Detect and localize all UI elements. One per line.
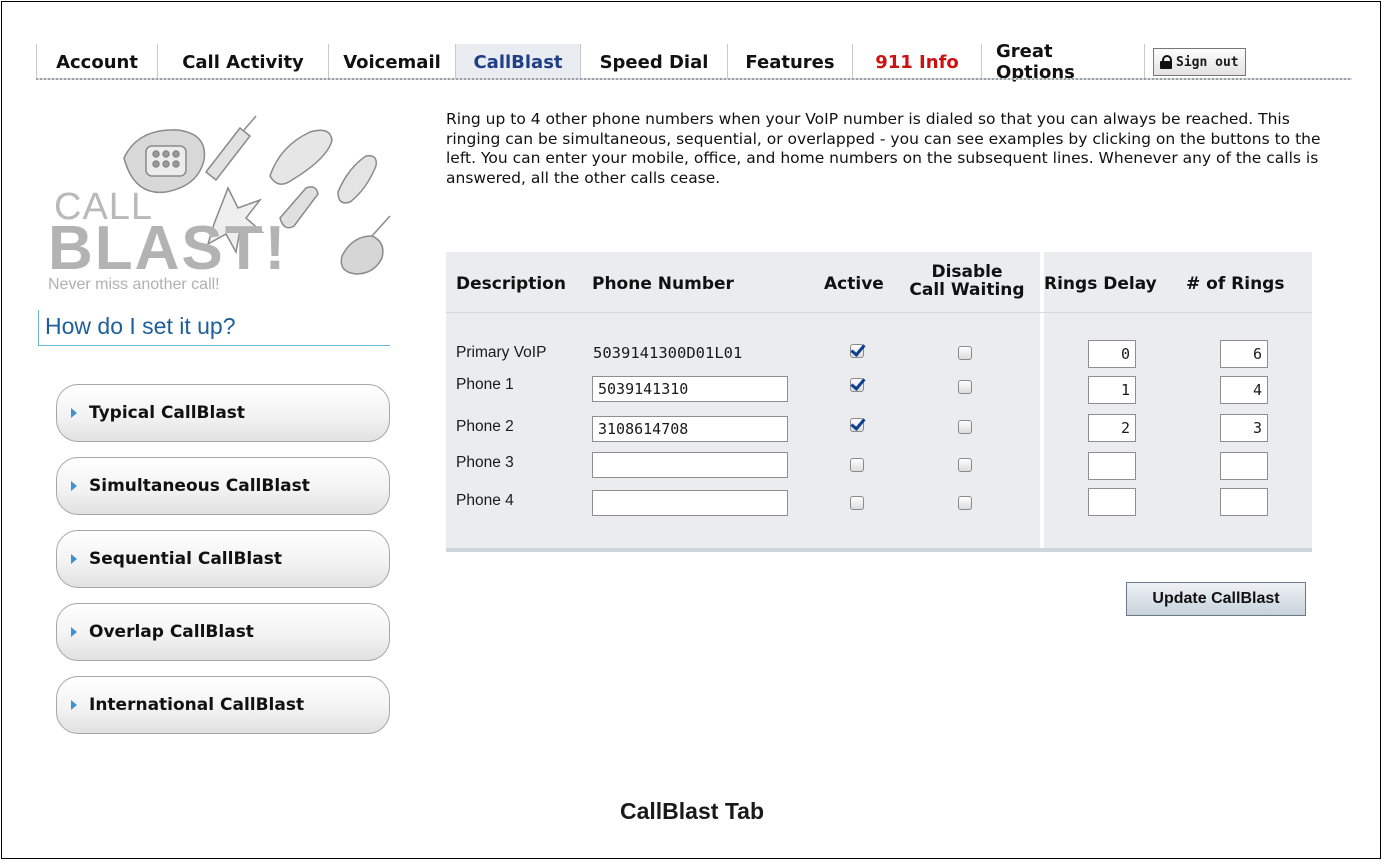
logo-blast-text: BLAST! (48, 214, 288, 283)
phone-1-input[interactable]: 5039141310 (592, 376, 788, 402)
tab-911-info[interactable]: 911 Info (853, 44, 982, 80)
disable-cw-checkbox-primary[interactable] (958, 346, 972, 360)
overlap-callblast-button[interactable]: Overlap CallBlast (56, 603, 390, 661)
tab-speed-dial[interactable]: Speed Dial (581, 44, 728, 80)
num-rings-input-phone-3[interactable] (1220, 452, 1268, 480)
international-callblast-button[interactable]: International CallBlast (56, 676, 390, 734)
header-description: Description (456, 274, 566, 294)
row-label-phone-1: Phone 1 (456, 376, 514, 393)
num-rings-input-phone-2[interactable]: 3 (1220, 414, 1268, 442)
triangle-right-icon (71, 627, 77, 637)
active-checkbox-phone-1[interactable] (850, 378, 864, 392)
rings-delay-input-phone-4[interactable] (1088, 488, 1136, 516)
sign-out-label: Sign out (1176, 54, 1239, 70)
sign-out-button[interactable]: Sign out (1153, 48, 1246, 76)
disable-cw-checkbox-phone-4[interactable] (958, 496, 972, 510)
tab-features[interactable]: Features (728, 44, 853, 80)
figure-caption: CallBlast Tab (620, 798, 764, 824)
rings-delay-input-phone-1[interactable]: 1 (1088, 376, 1136, 404)
callblast-table: Description Phone Number Active Disable … (446, 252, 1312, 552)
header-rings-delay: Rings Delay (1044, 274, 1157, 294)
triangle-right-icon (71, 554, 77, 564)
row-label-phone-3: Phone 3 (456, 454, 514, 471)
row-label-phone-4: Phone 4 (456, 492, 514, 509)
triangle-right-icon (71, 700, 77, 710)
tab-voicemail[interactable]: Voicemail (329, 44, 456, 80)
tab-bar: Account Call Activity Voicemail CallBlas… (36, 41, 1352, 83)
header-active: Active (824, 274, 884, 294)
tab-callblast[interactable]: CallBlast (456, 44, 581, 80)
active-checkbox-phone-2[interactable] (850, 418, 864, 432)
header-disable-call-waiting: Disable Call Waiting (909, 262, 1025, 300)
help-heading: How do I set it up? (38, 310, 390, 346)
example-buttons: Typical CallBlast Simultaneous CallBlast… (56, 384, 390, 749)
logo-tagline: Never miss another call! (48, 276, 220, 293)
tab-great-options[interactable]: Great Options (982, 41, 1145, 83)
rings-delay-input-phone-3[interactable] (1088, 452, 1136, 480)
phone-3-input[interactable] (592, 452, 788, 478)
num-rings-input-primary[interactable]: 6 (1220, 340, 1268, 368)
disable-cw-checkbox-phone-2[interactable] (958, 420, 972, 434)
sequential-callblast-button[interactable]: Sequential CallBlast (56, 530, 390, 588)
disable-cw-checkbox-phone-1[interactable] (958, 380, 972, 394)
active-checkbox-phone-3[interactable] (850, 458, 864, 472)
row-label-phone-2: Phone 2 (456, 418, 514, 435)
disable-cw-checkbox-phone-3[interactable] (958, 458, 972, 472)
num-rings-input-phone-1[interactable]: 4 (1220, 376, 1268, 404)
triangle-right-icon (71, 408, 77, 418)
callblast-logo: CALL BLAST! Never miss another call! (38, 108, 394, 298)
row-label-primary-voip: Primary VoIP (456, 344, 547, 361)
active-checkbox-phone-4[interactable] (850, 496, 864, 510)
typical-callblast-button[interactable]: Typical CallBlast (56, 384, 390, 442)
phone-4-input[interactable] (592, 490, 788, 516)
tab-account[interactable]: Account (36, 44, 158, 80)
header-phone-number: Phone Number (592, 274, 734, 294)
simultaneous-callblast-button[interactable]: Simultaneous CallBlast (56, 457, 390, 515)
num-rings-input-phone-4[interactable] (1220, 488, 1268, 516)
lock-icon (1160, 55, 1172, 69)
rings-delay-input-phone-2[interactable]: 2 (1088, 414, 1136, 442)
tab-call-activity[interactable]: Call Activity (158, 44, 329, 80)
primary-phone-number: 5039141300D01L01 (593, 344, 743, 362)
rings-delay-input-primary[interactable]: 0 (1088, 340, 1136, 368)
header-num-rings: # of Rings (1186, 274, 1285, 294)
triangle-right-icon (71, 481, 77, 491)
active-checkbox-primary[interactable] (850, 344, 864, 358)
phone-2-input[interactable]: 3108614708 (592, 416, 788, 442)
intro-text: Ring up to 4 other phone numbers when yo… (446, 110, 1321, 187)
update-callblast-button[interactable]: Update CallBlast (1126, 582, 1306, 616)
